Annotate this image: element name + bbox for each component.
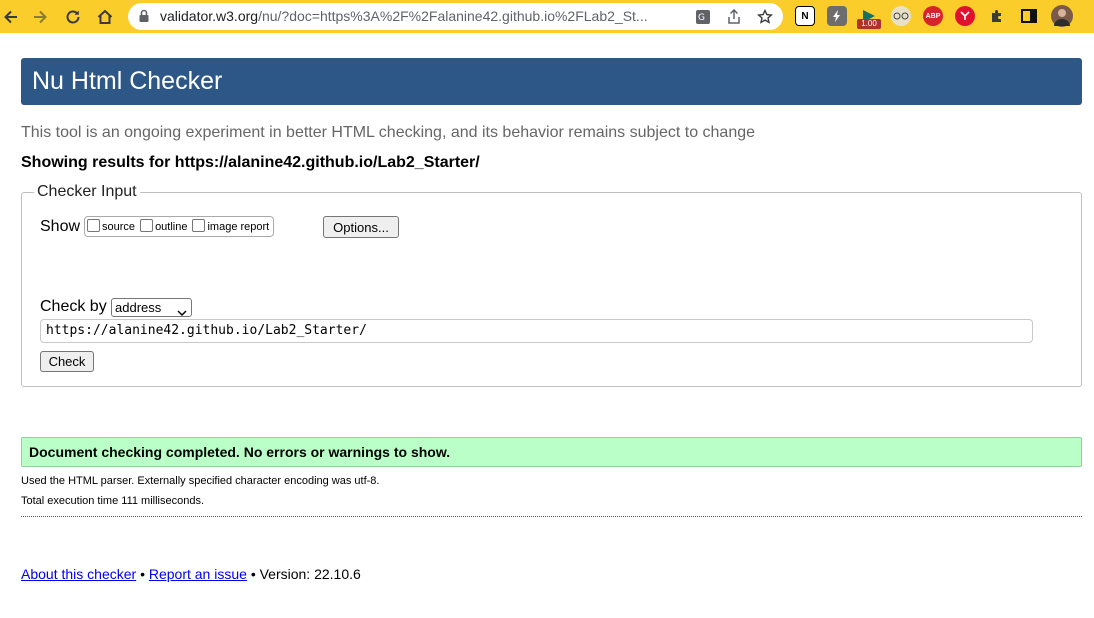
check-by-value: address [115,300,162,315]
checker-input-legend: Checker Input [37,183,137,200]
show-options-row: Show source outline image report [40,216,275,237]
reload-icon[interactable] [62,6,84,28]
about-checker-link[interactable]: About this checker [21,566,136,582]
side-panel-icon[interactable] [1019,6,1039,26]
divider [21,516,1082,517]
image-report-checkbox[interactable] [192,218,206,232]
home-icon[interactable] [94,6,116,28]
notion-extension-icon[interactable]: N [795,6,815,26]
show-options-group: source outline image report [84,216,275,237]
back-icon[interactable] [0,6,22,28]
page-title: Nu Html Checker [32,67,223,95]
address-bar[interactable]: validator.w3.org/nu/?doc=https%3A%2F%2Fa… [128,3,783,30]
check-button[interactable]: Check [40,351,94,372]
bolt-extension-icon[interactable] [827,6,847,26]
forward-icon[interactable] [29,6,51,28]
show-label: Show [40,217,81,235]
options-button[interactable]: Options... [323,216,399,238]
success-message: Document checking completed. No errors o… [21,437,1082,467]
page-header: Nu Html Checker [21,58,1082,105]
version-text: Version: 22.10.6 [259,566,361,582]
y-extension-icon[interactable] [955,6,975,26]
checker-input-fieldset: Checker Input [21,183,1082,387]
translate-icon[interactable]: G [694,8,712,26]
footer: About this checker • Report an issue • V… [21,566,361,582]
document-url-input[interactable]: https://alanine42.github.io/Lab2_Starter… [40,319,1033,343]
intro-text: This tool is an ongoing experiment in be… [21,124,756,141]
url-text: validator.w3.org/nu/?doc=https%3A%2F%2Fa… [160,8,648,24]
check-by-label: Check by [40,298,107,315]
share-icon[interactable] [725,8,743,26]
footer-separator: • [140,566,145,582]
show-outline-option[interactable]: outline [140,218,187,233]
show-source-option[interactable]: source [87,218,135,233]
glasses-extension-icon[interactable] [891,6,911,26]
browser-toolbar: validator.w3.org/nu/?doc=https%3A%2F%2Fa… [0,0,1094,33]
speed-badge: 1.00 [857,19,881,29]
outline-checkbox[interactable] [140,218,154,232]
showing-results-text: Showing results for https://alanine42.gi… [21,154,480,171]
parser-info: Used the HTML parser. Externally specifi… [21,475,380,487]
lock-icon [138,9,150,28]
source-checkbox[interactable] [87,218,101,232]
adblock-extension-icon[interactable]: ABP [923,6,943,26]
report-issue-link[interactable]: Report an issue [149,566,247,582]
puzzle-extensions-icon[interactable] [987,6,1007,26]
bookmark-star-icon[interactable] [756,8,774,26]
svg-text:G: G [698,13,705,23]
execution-time: Total execution time 111 milliseconds. [21,495,205,507]
check-by-select[interactable]: address [111,298,192,317]
show-image-report-option[interactable]: image report [192,218,269,233]
avatar[interactable] [1051,5,1073,27]
footer-separator: • [250,566,256,582]
